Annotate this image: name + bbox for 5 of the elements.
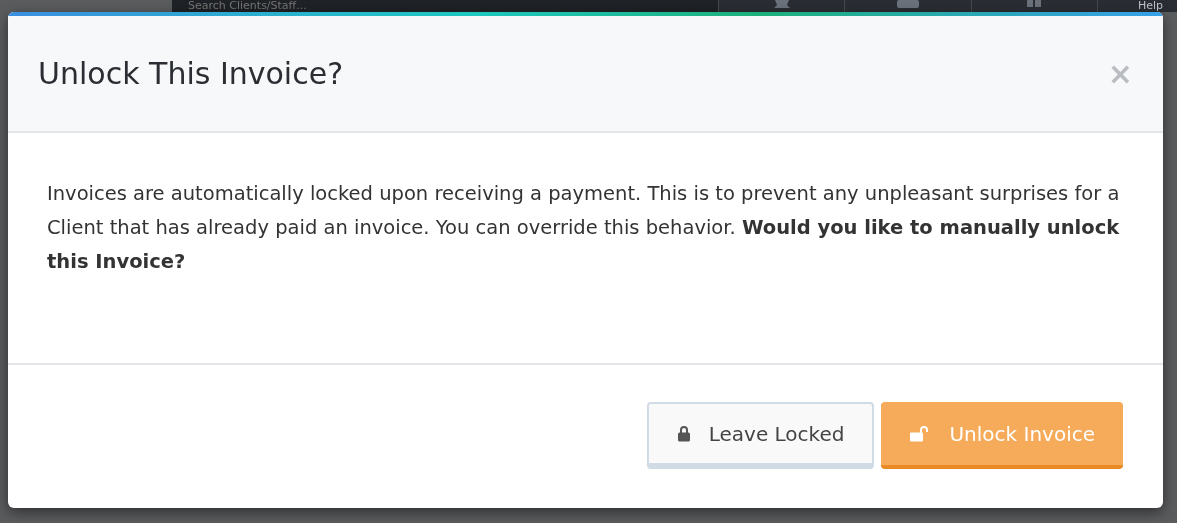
leave-locked-button[interactable]: Leave Locked [646,402,875,469]
dialog-message: Invoices are automatically locked upon receiving a payment. This is to prevent any unpleasant surprises for a Client that has already paid an invoice. You can override this behavior. Would you like to manually unlock this Invoice? [47,181,1121,275]
dialog-title: Unlock This Invoice? [38,56,344,91]
search-field[interactable]: Search Clients/Staff... [172,0,719,12]
lock-icon [676,425,691,442]
